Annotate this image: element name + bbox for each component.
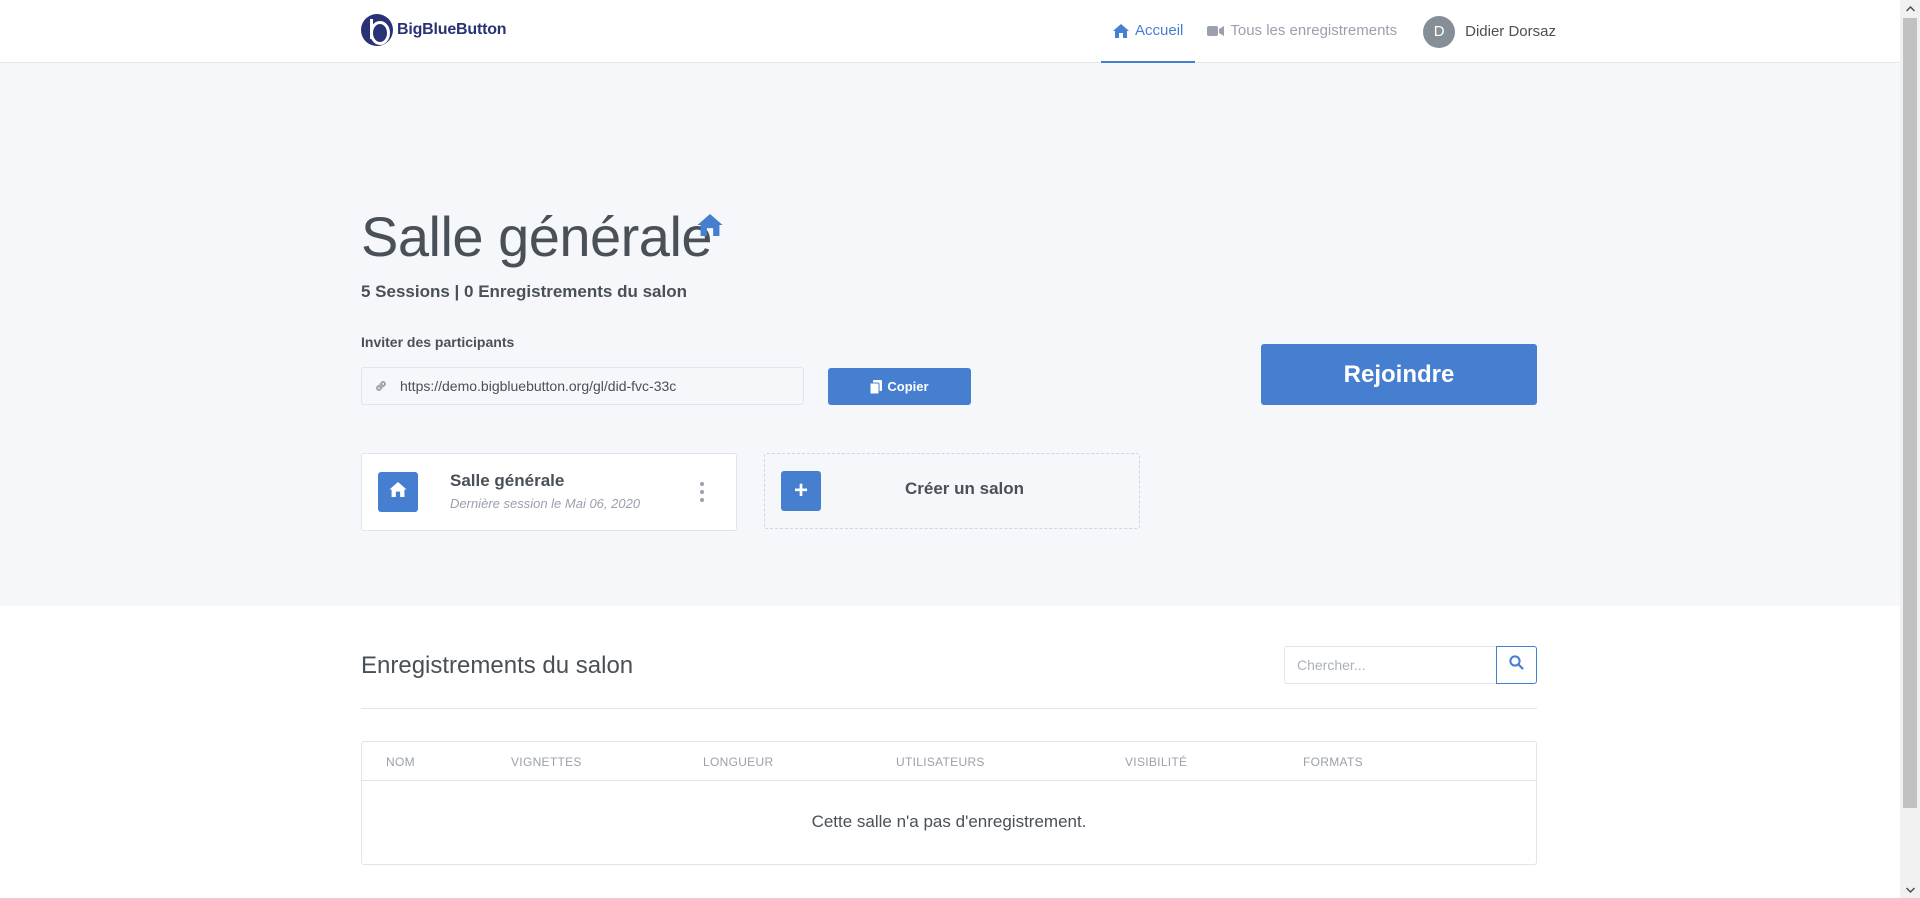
scroll-down-icon[interactable] — [1900, 881, 1920, 898]
brand-link[interactable]: BigBlueButton — [361, 14, 507, 46]
join-button[interactable]: Rejoindre — [1261, 344, 1537, 405]
brand-name: BigBlueButton — [397, 21, 507, 38]
home-icon — [697, 214, 723, 241]
recordings-table: NOM VIGNETTES LONGUEUR UTILISATEURS VISI… — [361, 741, 1537, 865]
room-card-icon — [378, 472, 418, 512]
room-card[interactable]: Salle générale Dernière session le Mai 0… — [361, 453, 737, 531]
room-card-name: Salle générale — [450, 471, 565, 490]
copy-icon — [870, 379, 883, 394]
room-card-last-session: Dernière session le Mai 06, 2020 — [450, 496, 641, 511]
column-header-visibility: VISIBILITÉ — [1125, 755, 1188, 769]
room-stats: 5 Sessions | 0 Enregistrements du salon — [361, 282, 687, 301]
page-scrollbar[interactable] — [1900, 0, 1920, 898]
nav-home-link[interactable]: Accueil — [1101, 0, 1196, 63]
invite-label: Inviter des participants — [361, 334, 515, 350]
column-header-name: NOM — [386, 755, 415, 769]
search-button[interactable] — [1496, 646, 1537, 684]
user-name: Didier Dorsaz — [1465, 23, 1556, 40]
table-header: NOM VIGNETTES LONGUEUR UTILISATEURS VISI… — [362, 742, 1536, 781]
copy-button-label: Copier — [887, 379, 929, 394]
column-header-thumbnails: VIGNETTES — [511, 755, 582, 769]
nav-recordings-label: Tous les enregistrements — [1230, 22, 1398, 39]
recordings-search — [1284, 646, 1537, 684]
recordings-title: Enregistrements du salon — [361, 652, 634, 679]
divider — [361, 708, 1537, 709]
nav-recordings-link[interactable]: Tous les enregistrements — [1195, 0, 1409, 63]
avatar: D — [1423, 15, 1456, 48]
nav-links: Accueil Tous les enregistrements D Didie… — [1101, 0, 1556, 63]
empty-state-message: Cette salle n'a pas d'enregistrement. — [811, 812, 1087, 831]
copy-button[interactable]: Copier — [828, 368, 971, 405]
kebab-menu-icon[interactable] — [698, 482, 706, 502]
search-input[interactable] — [1284, 646, 1496, 684]
nav-home-label: Accueil — [1135, 22, 1184, 39]
page-title: Salle générale — [361, 205, 713, 268]
home-icon — [389, 482, 407, 502]
search-icon — [1509, 655, 1524, 675]
link-icon — [374, 379, 388, 393]
top-navbar: BigBlueButton Accueil Tous les enregistr… — [0, 0, 1900, 63]
create-room-label: Créer un salon — [905, 479, 1025, 498]
user-menu[interactable]: D Didier Dorsaz — [1423, 0, 1556, 63]
create-room-card[interactable]: + Créer un salon — [764, 453, 1140, 529]
column-header-users: UTILISATEURS — [896, 755, 985, 769]
bigbluebutton-logo-icon — [361, 14, 393, 46]
column-header-formats: FORMATS — [1303, 755, 1363, 769]
column-header-length: LONGUEUR — [703, 755, 774, 769]
scroll-thumb[interactable] — [1903, 18, 1917, 808]
home-icon — [1113, 23, 1129, 38]
invite-url-input[interactable] — [400, 378, 790, 394]
invite-url-field — [361, 367, 804, 405]
video-camera-icon — [1207, 25, 1225, 37]
plus-icon: + — [781, 471, 821, 511]
scroll-up-icon[interactable] — [1900, 0, 1920, 17]
